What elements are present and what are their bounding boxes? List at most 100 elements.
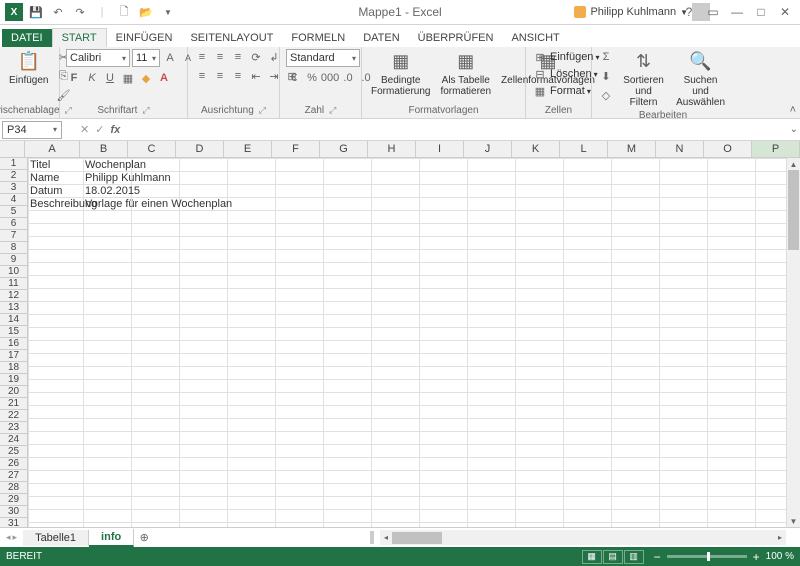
maximize-icon[interactable]: □ (750, 3, 772, 21)
row-header-16[interactable]: 16 (0, 338, 28, 350)
ribbon-display-icon[interactable]: ▭ (702, 3, 724, 21)
zoom-out-icon[interactable]: − (654, 550, 661, 564)
col-header-H[interactable]: H (368, 141, 416, 157)
align-middle-icon[interactable]: ≡ (212, 49, 228, 65)
align-left-icon[interactable]: ≡ (194, 68, 210, 84)
number-format-combo[interactable]: Standard▾ (286, 49, 360, 67)
row-header-8[interactable]: 8 (0, 242, 28, 254)
col-header-A[interactable]: A (25, 141, 80, 157)
collapse-ribbon-icon[interactable]: ˄ (790, 104, 796, 116)
qat-dropdown-icon[interactable]: ▼ (158, 2, 178, 22)
row-header-14[interactable]: 14 (0, 314, 28, 326)
row-header-31[interactable]: 31 (0, 518, 28, 527)
redo-icon[interactable]: ↷ (70, 2, 90, 22)
col-header-D[interactable]: D (176, 141, 224, 157)
sheet-nav-first-icon[interactable]: ◂ (6, 532, 11, 543)
row-header-21[interactable]: 21 (0, 398, 28, 410)
row-header-29[interactable]: 29 (0, 494, 28, 506)
format-cells-button[interactable]: ▦Format▾ (532, 83, 591, 99)
col-header-M[interactable]: M (608, 141, 656, 157)
percent-icon[interactable]: % (304, 70, 320, 86)
fill-icon[interactable]: ⬇ (598, 68, 614, 84)
cell-B2[interactable]: Philipp Kuhlmann (83, 171, 173, 184)
hscroll-splitter[interactable] (370, 531, 374, 544)
tab-view[interactable]: ANSICHT (502, 29, 568, 47)
sheet-tab-info[interactable]: info (89, 529, 134, 547)
align-bottom-icon[interactable]: ≡ (230, 49, 246, 65)
col-header-E[interactable]: E (224, 141, 272, 157)
minimize-icon[interactable]: — (726, 3, 748, 21)
enter-formula-icon[interactable]: ✓ (95, 123, 104, 136)
help-icon[interactable]: ? (678, 3, 700, 21)
row-header-2[interactable]: 2 (0, 170, 28, 182)
col-header-F[interactable]: F (272, 141, 320, 157)
row-header-1[interactable]: 1 (0, 158, 28, 170)
row-header-23[interactable]: 23 (0, 422, 28, 434)
delete-cells-button[interactable]: ⊟Löschen▾ (532, 66, 598, 82)
vertical-scrollbar[interactable]: ▲ ▼ (786, 158, 800, 527)
cell-A1[interactable]: Titel (28, 158, 52, 171)
col-header-C[interactable]: C (128, 141, 176, 157)
border-icon[interactable]: ▦ (120, 70, 136, 86)
row-header-7[interactable]: 7 (0, 230, 28, 242)
increase-decimal-icon[interactable]: .0 (340, 70, 356, 86)
col-header-K[interactable]: K (512, 141, 560, 157)
underline-icon[interactable]: U (102, 70, 118, 86)
vscroll-thumb[interactable] (788, 170, 799, 250)
tab-insert[interactable]: EINFÜGEN (107, 29, 182, 47)
format-as-table-button[interactable]: ▦Als Tabelle formatieren (437, 49, 494, 99)
bold-icon[interactable]: F (66, 70, 82, 86)
name-box[interactable]: P34▾ (2, 121, 62, 139)
add-sheet-icon[interactable]: ⊕ (134, 531, 154, 544)
scroll-down-icon[interactable]: ▼ (787, 515, 800, 527)
col-header-O[interactable]: O (704, 141, 752, 157)
row-header-19[interactable]: 19 (0, 374, 28, 386)
sheet-nav-last-icon[interactable]: ▸ (13, 532, 18, 543)
new-file-icon[interactable]: 🗋 (114, 2, 134, 22)
zoom-slider[interactable] (667, 555, 747, 558)
sort-filter-button[interactable]: ⇅Sortieren und Filtern (618, 49, 669, 110)
view-pagebreak-icon[interactable]: ▥ (624, 550, 644, 564)
alignment-launcher-icon[interactable]: ⤢ (259, 105, 266, 116)
close-icon[interactable]: ✕ (774, 3, 796, 21)
row-header-20[interactable]: 20 (0, 386, 28, 398)
zoom-in-icon[interactable]: + (753, 550, 760, 564)
excel-app-icon[interactable]: X (4, 2, 24, 22)
view-normal-icon[interactable]: ▦ (582, 550, 602, 564)
row-header-3[interactable]: 3 (0, 182, 28, 194)
row-header-6[interactable]: 6 (0, 218, 28, 230)
accounting-icon[interactable]: € (286, 70, 302, 86)
align-right-icon[interactable]: ≡ (230, 68, 246, 84)
select-all-corner[interactable] (0, 141, 25, 157)
font-size-combo[interactable]: 11▾ (132, 49, 160, 67)
row-header-4[interactable]: 4 (0, 194, 28, 206)
tab-start[interactable]: START (52, 28, 107, 47)
cancel-formula-icon[interactable]: ✕ (80, 123, 89, 136)
row-header-9[interactable]: 9 (0, 254, 28, 266)
font-name-combo[interactable]: Calibri▾ (66, 49, 130, 67)
view-pagelayout-icon[interactable]: ▤ (603, 550, 623, 564)
cell-B1[interactable]: Wochenplan (83, 158, 148, 171)
row-header-28[interactable]: 28 (0, 482, 28, 494)
row-header-5[interactable]: 5 (0, 206, 28, 218)
scroll-right-icon[interactable]: ▸ (774, 533, 786, 542)
col-header-N[interactable]: N (656, 141, 704, 157)
tab-review[interactable]: ÜBERPRÜFEN (409, 29, 503, 47)
align-center-icon[interactable]: ≡ (212, 68, 228, 84)
row-header-30[interactable]: 30 (0, 506, 28, 518)
paste-button[interactable]: 📋 Einfügen (6, 49, 51, 88)
grow-font-icon[interactable]: A (162, 50, 178, 66)
col-header-P[interactable]: P (752, 141, 800, 157)
col-header-G[interactable]: G (320, 141, 368, 157)
col-header-B[interactable]: B (80, 141, 128, 157)
col-header-L[interactable]: L (560, 141, 608, 157)
row-header-25[interactable]: 25 (0, 446, 28, 458)
undo-icon[interactable]: ↶ (48, 2, 68, 22)
expand-formula-bar-icon[interactable]: ⌄ (790, 124, 798, 135)
font-launcher-icon[interactable]: ⤢ (142, 105, 149, 116)
decrease-indent-icon[interactable]: ⇤ (248, 68, 264, 84)
save-icon[interactable]: 💾 (26, 2, 46, 22)
fx-icon[interactable]: fx (110, 124, 120, 136)
col-header-J[interactable]: J (464, 141, 512, 157)
open-file-icon[interactable]: 📂 (136, 2, 156, 22)
